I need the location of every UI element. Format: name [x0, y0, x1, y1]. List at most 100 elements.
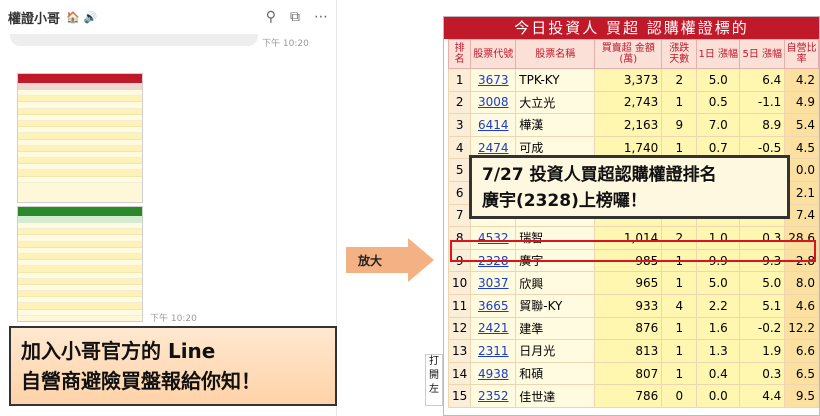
cell-d5: -0.2	[739, 316, 786, 341]
cell-self: 8.0	[784, 271, 819, 295]
search-icon[interactable]: ⚲	[266, 9, 276, 25]
cell-days: 1	[661, 90, 698, 115]
cell-days: 2	[661, 68, 698, 92]
column-header: 1日 漲幅	[696, 39, 741, 69]
cell-name: 建準	[515, 316, 596, 341]
cell-d1: 0.5	[696, 90, 741, 115]
cell-days: 1	[661, 271, 698, 295]
thumbnail-row	[18, 176, 142, 183]
table-row: 3 6414 樺漢 2,163 9 7.0 8.9 5.4	[447, 113, 819, 137]
cell-days: 9	[661, 113, 698, 137]
arrow-right-icon	[408, 238, 434, 282]
column-header: 漲跌 天數	[661, 39, 698, 69]
thumbnail-title-bar	[18, 207, 142, 216]
cell-code[interactable]: 4938	[470, 361, 517, 386]
cell-amt: 813	[594, 339, 663, 363]
home-sound-icons[interactable]: 🏠 🔊	[66, 11, 97, 24]
cell-name: 貿聯-KY	[515, 293, 596, 318]
cell-amt: 786	[594, 384, 663, 408]
cell-d5: -1.1	[739, 90, 786, 115]
cell-d5: 1.9	[739, 339, 786, 363]
cell-days: 1	[661, 361, 698, 386]
cell-rank: 15	[447, 384, 472, 408]
zoom-arrow: 放大	[346, 238, 436, 282]
cell-name: 日月光	[515, 339, 596, 363]
cell-d5: 6.4	[739, 68, 786, 92]
cell-self: 4.9	[784, 90, 819, 115]
callout-box: 7/27 投資人買超認購權證排名 廣宇(2328)上榜囉！	[469, 155, 790, 219]
cell-code[interactable]: 6414	[470, 113, 517, 137]
cell-code[interactable]: 3008	[470, 90, 517, 115]
cell-d1: 1.3	[696, 339, 741, 363]
thumbnail-column-header	[18, 83, 142, 90]
cell-d1: 2.2	[696, 293, 741, 318]
cell-rank: 5	[447, 158, 472, 182]
table-row: 2 3008 大立光 2,743 1 0.5 -1.1 4.9	[447, 90, 819, 115]
cell-amt: 876	[594, 316, 663, 341]
cell-self: 9.5	[784, 384, 819, 408]
cell-name: 和碩	[515, 361, 596, 386]
column-header: 股票名稱	[515, 39, 596, 69]
image-thumbnail-sell[interactable]	[17, 206, 143, 322]
table-row: 14 4938 和碩 807 1 0.4 0.3 6.5	[447, 361, 819, 386]
table-row: 12 2421 建準 876 1 1.6 -0.2 12.2	[447, 316, 819, 341]
chat-header: 權證小哥 🏠 🔊 ⚲ ⧉ ⋯	[0, 0, 336, 34]
table-row: 13 2311 日月光 813 1 1.3 1.9 6.6	[447, 339, 819, 363]
cell-d5: 8.9	[739, 113, 786, 137]
cell-code[interactable]: 2311	[470, 339, 517, 363]
cell-amt: 807	[594, 361, 663, 386]
cell-rank: 4	[447, 135, 472, 160]
cell-self: 6.5	[784, 361, 819, 386]
highlight-row-box	[450, 240, 816, 262]
column-header: 排名	[447, 39, 472, 69]
cell-name: TPK-KY	[515, 68, 596, 92]
thumbnail-title-bar	[18, 74, 142, 83]
cell-name: 欣興	[515, 271, 596, 295]
cell-d5: 5.1	[739, 293, 786, 318]
cell-code[interactable]: 2421	[470, 316, 517, 341]
cell-days: 1	[661, 339, 698, 363]
cell-name: 大立光	[515, 90, 596, 115]
table-row: 10 3037 欣興 965 1 5.0 5.0 8.0	[447, 271, 819, 295]
cell-self: 6.6	[784, 339, 819, 363]
cell-d1: 1.6	[696, 316, 741, 341]
cell-days: 0	[661, 384, 698, 408]
column-header: 買賣超 金額(萬)	[594, 39, 663, 69]
thumbnail-column-header	[18, 216, 142, 223]
cell-self: 4.6	[784, 293, 819, 318]
column-header: 自營比率	[784, 39, 819, 69]
column-header: 股票代號	[470, 39, 517, 69]
cell-code[interactable]: 2352	[470, 384, 517, 408]
cell-self: 5.4	[784, 113, 819, 137]
thumbnail-row	[18, 309, 142, 316]
copy-icon[interactable]: ⧉	[290, 9, 300, 25]
table-header-row: 排名 股票代號 股票名稱 買賣超 金額(萬) 漲跌 天數 1日 漲幅 5日 漲幅 自營比率	[447, 39, 819, 69]
cell-rank: 2	[447, 90, 472, 115]
chat-title: 權證小哥	[8, 11, 61, 27]
cell-rank: 13	[447, 339, 472, 363]
cell-amt: 933	[594, 293, 663, 318]
cell-self: 12.2	[784, 316, 819, 341]
image-thumbnail-buy[interactable]	[17, 73, 143, 203]
cell-amt: 2,163	[594, 113, 663, 137]
cell-d1: 0.4	[696, 361, 741, 386]
cell-rank: 10	[447, 271, 472, 295]
arrow-label: 放大	[358, 254, 383, 268]
cell-rank: 11	[447, 293, 472, 318]
callout-line-2: 廣宇(2328)上榜囉！	[482, 191, 647, 211]
cell-d5: 5.0	[739, 271, 786, 295]
more-icon[interactable]: ⋯	[314, 9, 328, 25]
cell-d5: 0.3	[739, 361, 786, 386]
cell-d1: 5.0	[696, 68, 741, 92]
cell-days: 1	[661, 316, 698, 341]
cell-code[interactable]: 3037	[470, 271, 517, 295]
chat-panel: 權證小哥 🏠 🔊 ⚲ ⧉ ⋯ 下午 10:20 下午 10:20 加入小哥官方的…	[0, 0, 337, 416]
cell-code[interactable]: 3665	[470, 293, 517, 318]
cell-d5: 4.4	[739, 384, 786, 408]
cell-days: 4	[661, 293, 698, 318]
cell-self: 4.2	[784, 68, 819, 92]
cell-d1: 0.0	[696, 384, 741, 408]
previous-message-bubble	[10, 34, 258, 46]
cell-amt: 2,743	[594, 90, 663, 115]
cell-code[interactable]: 3673	[470, 68, 517, 92]
